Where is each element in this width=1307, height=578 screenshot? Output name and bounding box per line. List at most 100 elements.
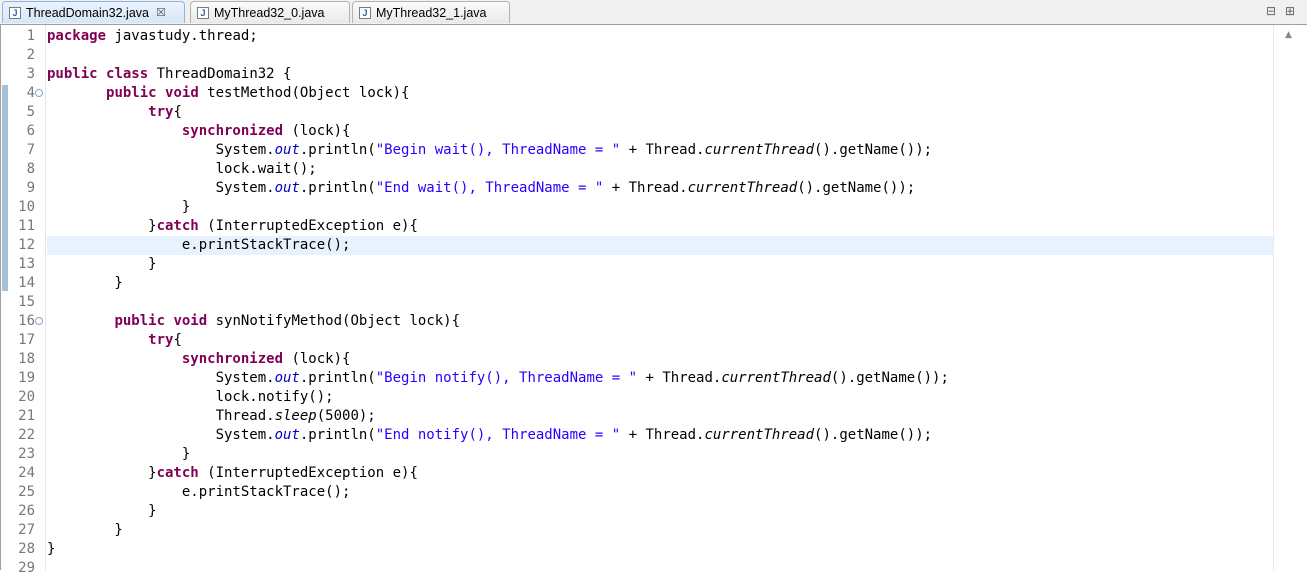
code-line[interactable]: System.out.println("End wait(), ThreadNa… — [47, 179, 1273, 198]
code-token: ().getName()); — [814, 427, 933, 443]
code-line[interactable]: try{ — [47, 331, 1273, 350]
tab-label: MyThread32_0.java — [214, 5, 325, 20]
code-token: + Thread. — [620, 427, 705, 443]
code-line[interactable]: } — [47, 255, 1273, 274]
code-token: System. — [47, 427, 275, 443]
code-line[interactable]: System.out.println("Begin notify(), Thre… — [47, 369, 1273, 388]
code-token: (5000); — [316, 408, 376, 424]
code-line[interactable]: synchronized (lock){ — [47, 122, 1273, 141]
code-token: ThreadDomain32 { — [148, 66, 292, 82]
code-line[interactable]: System.out.println("Begin wait(), Thread… — [47, 141, 1273, 160]
code-token: catch — [156, 465, 199, 481]
line-number: 17 — [18, 332, 35, 348]
code-token: synNotifyMethod(Object lock){ — [207, 313, 461, 329]
code-token: javastudy.thread; — [106, 28, 258, 44]
code-token: } — [47, 199, 191, 215]
code-token: } — [47, 446, 191, 462]
code-token: + Thread. — [620, 142, 705, 158]
line-number: 22 — [18, 427, 35, 443]
code-line[interactable]: lock.wait(); — [47, 160, 1273, 179]
vertical-scrollbar[interactable]: ▲ — [1273, 25, 1307, 570]
code-token: synchronized — [181, 123, 284, 139]
code-line[interactable]: } — [47, 521, 1273, 540]
code-token: } — [47, 541, 56, 557]
code-token: (lock){ — [283, 351, 351, 367]
tab-threaddomain32[interactable]: J ThreadDomain32.java ☒ — [2, 1, 185, 23]
code-token: } — [47, 503, 157, 519]
line-number: 14 — [18, 275, 35, 291]
tab-close-icon[interactable]: ☒ — [156, 6, 166, 19]
code-line[interactable]: public void synNotifyMethod(Object lock)… — [47, 312, 1273, 331]
code-line[interactable]: } — [47, 198, 1273, 217]
line-number: 18 — [18, 351, 35, 367]
line-number: 25 — [18, 484, 35, 500]
code-line[interactable]: package javastudy.thread; — [47, 27, 1273, 46]
code-line[interactable] — [47, 559, 1273, 578]
code-line[interactable]: public void testMethod(Object lock){ — [47, 84, 1273, 103]
code-token: ().getName()); — [814, 142, 933, 158]
code-token: currentThread — [704, 142, 815, 158]
code-token: public — [106, 85, 157, 101]
code-token: currentThread — [704, 427, 815, 443]
code-editor[interactable]: 1 2 3 4 5 6 7 8 9 10 11 12 13 14 15 16 17 18 19 20 21 22 23 24 2… — [0, 25, 1307, 576]
code-token: "Begin wait(), ThreadName = " — [375, 142, 621, 158]
line-number: 13 — [18, 256, 35, 272]
code-token: + Thread. — [637, 370, 722, 386]
code-area[interactable]: package javastudy.thread; public class Th… — [47, 25, 1273, 570]
code-token: out — [274, 142, 300, 158]
code-token: { — [173, 104, 182, 120]
code-line[interactable] — [47, 293, 1273, 312]
tab-mythread32-0[interactable]: J MyThread32_0.java — [190, 1, 350, 23]
code-line[interactable]: }catch (InterruptedException e){ — [47, 217, 1273, 236]
code-token: System. — [47, 370, 275, 386]
code-token: System. — [47, 142, 275, 158]
code-token: sleep — [274, 408, 317, 424]
line-number: 6 — [26, 123, 35, 139]
fold-toggle-icon[interactable] — [35, 317, 43, 325]
code-token: try — [148, 332, 174, 348]
code-line[interactable]: e.printStackTrace(); — [47, 483, 1273, 502]
tab-mythread32-1[interactable]: J MyThread32_1.java — [352, 1, 510, 23]
code-line[interactable]: System.out.println("End notify(), Thread… — [47, 426, 1273, 445]
code-token: lock.wait(); — [47, 161, 317, 177]
code-line[interactable]: try{ — [47, 103, 1273, 122]
java-file-icon: J — [197, 6, 209, 19]
line-number: 4 — [26, 85, 35, 101]
code-token: e.printStackTrace(); — [47, 484, 351, 500]
line-number: 15 — [18, 294, 35, 310]
code-token: (InterruptedException e){ — [198, 465, 418, 481]
line-number: 3 — [26, 66, 35, 82]
code-line[interactable]: Thread.sleep(5000); — [47, 407, 1273, 426]
java-file-icon: J — [9, 6, 21, 19]
fold-toggle-icon[interactable] — [35, 89, 43, 97]
code-line[interactable]: } — [47, 540, 1273, 559]
maximize-icon[interactable]: ⊞ — [1285, 4, 1295, 18]
code-token: "Begin notify(), ThreadName = " — [375, 370, 638, 386]
code-token: synchronized — [181, 351, 284, 367]
code-line[interactable]: synchronized (lock){ — [47, 350, 1273, 369]
line-number: 26 — [18, 503, 35, 519]
line-number: 11 — [18, 218, 35, 234]
code-token: public — [47, 66, 98, 82]
code-line[interactable]: } — [47, 445, 1273, 464]
code-line[interactable]: }catch (InterruptedException e){ — [47, 464, 1273, 483]
code-line[interactable]: public class ThreadDomain32 { — [47, 65, 1273, 84]
code-token: (lock){ — [283, 123, 351, 139]
code-token: } — [47, 275, 123, 291]
code-token: + Thread. — [603, 180, 688, 196]
minimize-icon[interactable]: ⊟ — [1266, 4, 1276, 18]
code-token: out — [274, 180, 300, 196]
code-line[interactable] — [47, 46, 1273, 65]
code-line[interactable]: lock.notify(); — [47, 388, 1273, 407]
code-token: } — [47, 256, 157, 272]
code-line[interactable]: } — [47, 274, 1273, 293]
code-line[interactable]: } — [47, 502, 1273, 521]
code-token: void — [165, 85, 199, 101]
code-token: void — [173, 313, 208, 329]
code-token: .println( — [299, 370, 376, 386]
line-number: 12 — [18, 237, 35, 253]
code-line[interactable]: e.printStackTrace(); — [47, 236, 1273, 255]
scroll-up-arrow-icon[interactable]: ▲ — [1285, 30, 1292, 40]
